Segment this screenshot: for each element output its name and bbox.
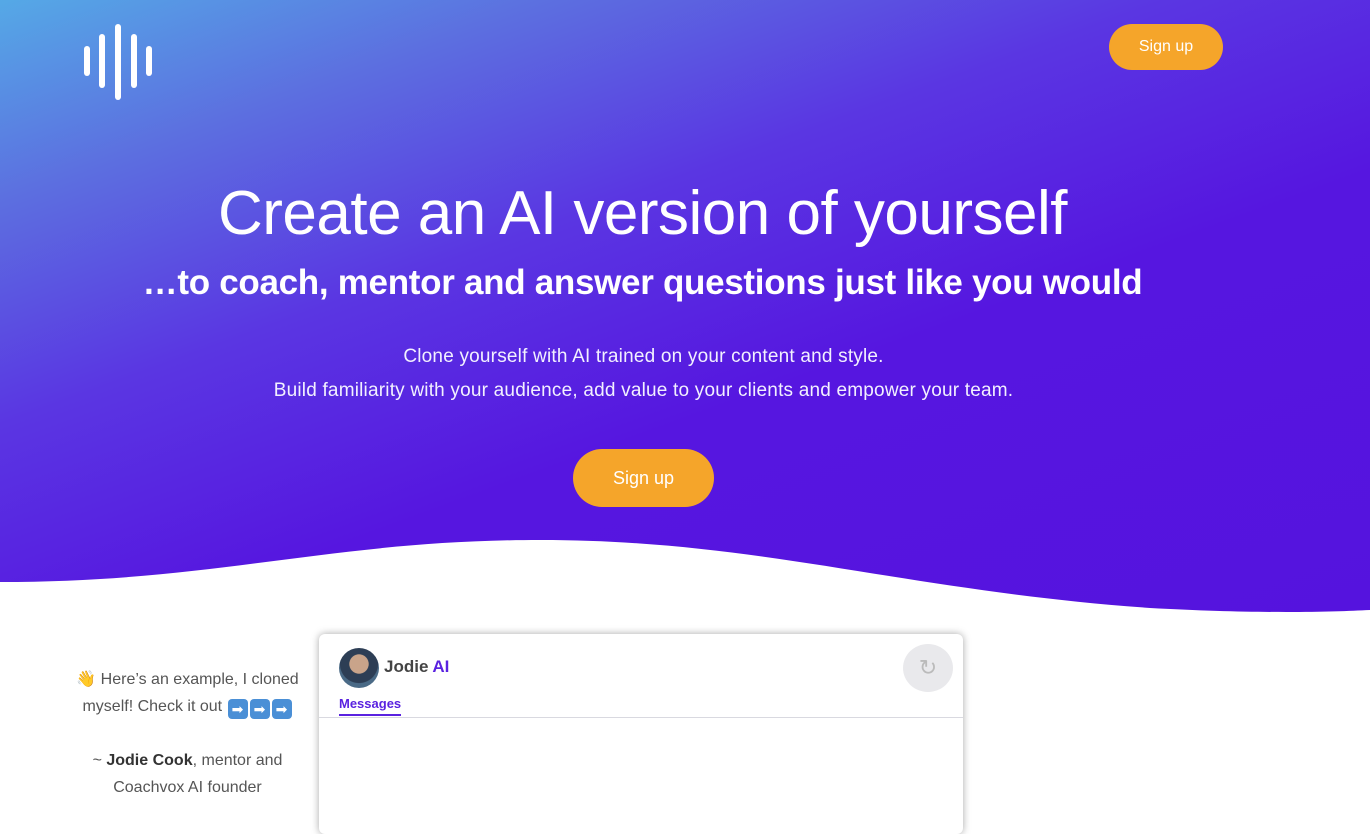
chat-ai-label: AI [432,657,450,676]
logo-waveform-icon[interactable] [82,22,154,102]
signature-prefix: ~ [92,752,107,769]
chat-name: Jodie [384,657,429,676]
signature-name: Jodie Cook [106,752,193,769]
example-intro: 👋 Here’s an example, I cloned myself! Ch… [60,666,315,720]
arrow-right-icon: ➡ [249,699,270,719]
hero-description-line-1: Clone yourself with AI trained on your c… [403,346,884,367]
signature: ~ Jodie Cook, mentor and Coachvox AI fou… [60,747,315,801]
waving-hand-icon: 👋 [76,671,97,688]
chat-title: Jodie AI [384,657,449,677]
refresh-icon[interactable]: ↻ [903,644,953,692]
hero-description-line-2: Build familiarity with your audience, ad… [273,380,1014,401]
tab-messages[interactable]: Messages [339,696,402,716]
chat-divider [319,717,963,718]
avatar [339,648,379,688]
hero-title: Create an AI version of yourself [217,179,1068,248]
arrow-right-icon: ➡ [227,699,248,719]
wave-divider [0,540,1370,620]
chat-widget: Jodie AI ↻ Messages [319,634,963,834]
signup-button-main[interactable]: Sign up [573,449,714,507]
arrow-right-icon: ➡ [271,699,292,719]
hero-subtitle: …to coach, mentor and answer questions j… [142,263,1143,302]
signup-button-header[interactable]: Sign up [1109,24,1223,70]
hero-section: Sign up Create an AI version of yourself… [0,0,1370,620]
